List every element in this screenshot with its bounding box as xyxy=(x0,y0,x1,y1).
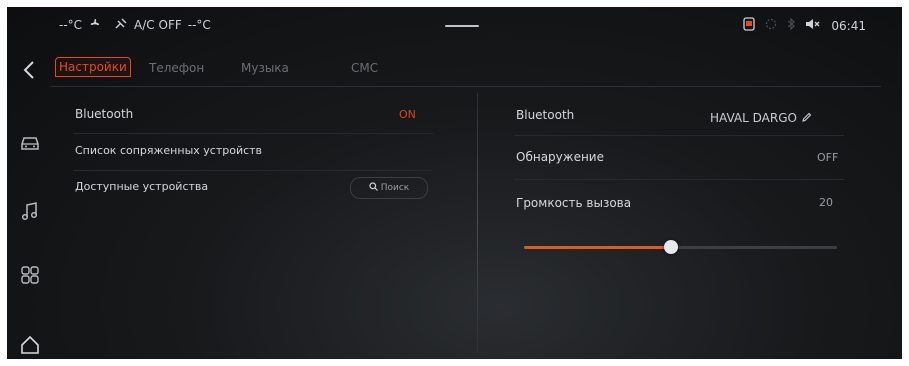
tab-settings[interactable]: Настройки xyxy=(55,57,131,77)
call-volume-slider-fill xyxy=(524,246,672,249)
discovery-label: Обнаружение xyxy=(516,150,604,164)
bluetooth-name-label: Bluetooth xyxy=(516,108,575,122)
bluetooth-toggle-value[interactable]: ON xyxy=(399,108,416,121)
divider xyxy=(514,135,844,136)
apps-grid-icon[interactable] xyxy=(19,264,41,286)
fan-icon xyxy=(88,17,102,32)
ac-status: A/C OFF xyxy=(134,17,182,32)
tab-music[interactable]: Музыка xyxy=(241,61,289,75)
phone-icon xyxy=(743,17,756,34)
bluetooth-icon xyxy=(787,17,796,33)
device-name: HAVAL DARGO xyxy=(710,110,797,125)
divider xyxy=(514,179,844,180)
search-label: Поиск xyxy=(380,183,410,193)
car-icon[interactable] xyxy=(19,132,41,154)
bluetooth-toggle-label: Bluetooth xyxy=(75,107,134,121)
call-volume-slider[interactable] xyxy=(524,240,837,254)
paired-devices-label[interactable]: Список сопряженных устройств xyxy=(75,144,262,157)
home-icon[interactable] xyxy=(19,334,41,356)
temp-right: --°C xyxy=(187,17,211,32)
device-name-field[interactable]: HAVAL DARGO xyxy=(710,108,812,127)
panel-divider xyxy=(477,93,478,353)
temp-left: --°C xyxy=(59,17,83,32)
drag-handle[interactable] xyxy=(445,25,479,27)
available-devices-label: Доступные устройства xyxy=(75,180,209,193)
divider xyxy=(73,170,433,171)
edit-pencil-icon[interactable] xyxy=(801,108,812,127)
status-bar: --°C A/C OFF --°C 06:41 xyxy=(7,7,902,41)
music-icon[interactable] xyxy=(19,200,41,222)
search-icon xyxy=(369,182,378,194)
call-volume-value: 20 xyxy=(819,196,833,209)
back-icon[interactable] xyxy=(19,59,41,81)
tab-bar: Настройки Телефон Музыка СМС xyxy=(51,54,881,87)
climate-status[interactable]: --°C A/C OFF --°C xyxy=(59,17,211,32)
sidebar xyxy=(7,47,51,359)
divider xyxy=(73,133,433,134)
mute-icon xyxy=(805,18,821,33)
discovery-value[interactable]: OFF xyxy=(817,151,838,164)
ac-icon xyxy=(114,17,128,32)
wifi-icon xyxy=(765,18,777,33)
tab-phone[interactable]: Телефон xyxy=(149,61,204,75)
call-volume-slider-knob[interactable] xyxy=(664,240,679,254)
system-status: 06:41 xyxy=(743,17,866,34)
infotainment-screen: --°C A/C OFF --°C 06:41 Настройки Телефо… xyxy=(7,7,902,359)
call-volume-label: Громкость вызова xyxy=(516,196,632,210)
search-button[interactable]: Поиск xyxy=(350,177,428,199)
tab-sms[interactable]: СМС xyxy=(351,61,378,75)
clock: 06:41 xyxy=(831,18,866,33)
